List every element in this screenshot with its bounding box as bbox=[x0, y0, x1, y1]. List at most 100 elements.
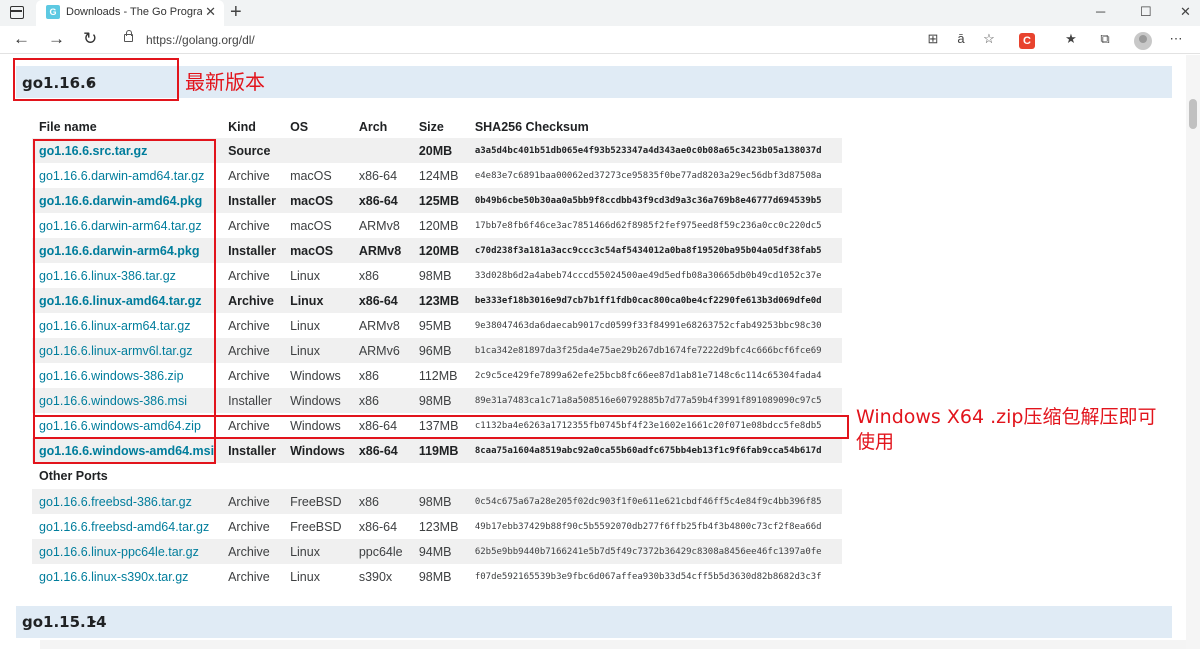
download-link[interactable]: go1.16.6.freebsd-amd64.tar.gz bbox=[32, 514, 222, 539]
os-cell: Linux bbox=[283, 338, 352, 363]
checksum-cell: 89e31a7483ca1c71a8a508516e60792885b7d77a… bbox=[467, 388, 842, 413]
app-grid-icon[interactable]: ⊞ bbox=[925, 31, 941, 47]
os-cell: macOS bbox=[283, 238, 352, 263]
release-header-go1-15-14[interactable]: go1.15.14 ▸ bbox=[16, 606, 1172, 638]
latest-version-annotation: 最新版本 bbox=[185, 70, 265, 94]
checksum-cell: 9e38047463da6daecab9017cd0599f33f84991e6… bbox=[467, 313, 842, 338]
arch-cell: ARMv8 bbox=[351, 238, 412, 263]
kind-cell: Archive bbox=[221, 338, 284, 363]
size-cell: 98MB bbox=[411, 564, 468, 589]
table-row: go1.16.6.linux-s390x.tar.gz Archive Linux s… bbox=[32, 564, 842, 589]
table-row: go1.16.6.linux-ppc64le.tar.gz Archive Linu… bbox=[32, 539, 842, 564]
size-cell: 123MB bbox=[411, 514, 468, 539]
arch-cell: ARMv8 bbox=[351, 313, 412, 338]
os-cell: FreeBSD bbox=[283, 489, 352, 514]
scrollbar-thumb[interactable] bbox=[1189, 99, 1197, 129]
checksum-cell: 0c54c675a67a28e205f02dc903f1f0e611e621cb… bbox=[467, 489, 842, 514]
size-cell: 124MB bbox=[411, 163, 468, 188]
size-cell: 125MB bbox=[411, 188, 468, 213]
os-cell: Windows bbox=[283, 363, 352, 388]
maximize-icon[interactable]: ☐ bbox=[1140, 4, 1152, 20]
column-header: Size bbox=[418, 120, 444, 134]
tab-title: Downloads - The Go Programming Language bbox=[66, 6, 202, 18]
kind-cell: Archive bbox=[221, 263, 284, 288]
checksum-cell: be333ef18b3016e9d7cb7b1ff1fdb0cac800ca0b… bbox=[467, 288, 842, 313]
tab-bar: G Downloads - The Go Programming Languag… bbox=[0, 0, 1200, 26]
tab-actions-icon[interactable] bbox=[10, 6, 24, 19]
os-cell: Linux bbox=[283, 263, 352, 288]
checksum-cell: e4e83e7c6891baa00062ed37273ce95835f0be77… bbox=[467, 163, 842, 188]
size-cell: 98MB bbox=[411, 489, 468, 514]
address-bar[interactable]: https://golang.org/dl/ bbox=[146, 33, 255, 47]
back-arrow-icon[interactable]: ← bbox=[13, 29, 30, 49]
kind-cell: Archive bbox=[221, 213, 284, 238]
arch-cell: x86 bbox=[351, 388, 412, 413]
checksum-cell: a3a5d4bc401b51db065e4f93b523347a4d343ae0… bbox=[467, 138, 842, 163]
checksum-cell: 17bb7e8fb6f46ce3ac7851466d62f8985f2fef97… bbox=[467, 213, 842, 238]
size-cell: 123MB bbox=[411, 288, 468, 313]
window-close-icon[interactable]: ✕ bbox=[1180, 4, 1191, 20]
arch-cell: ARMv8 bbox=[351, 213, 412, 238]
forward-arrow-icon[interactable]: → bbox=[48, 29, 65, 49]
windows-zip-annotation-line1: Windows X64 .zip压缩包解压即可 bbox=[856, 406, 1157, 428]
kind-cell: Installer bbox=[221, 188, 284, 213]
os-cell: Linux bbox=[283, 313, 352, 338]
download-link[interactable]: go1.16.6.freebsd-386.tar.gz bbox=[32, 489, 222, 514]
arch-cell: x86 bbox=[351, 363, 412, 388]
go-favicon-icon: G bbox=[46, 5, 60, 19]
kind-cell: Source bbox=[221, 138, 284, 163]
kind-cell: Archive bbox=[221, 564, 284, 589]
kind-cell: Installer bbox=[221, 388, 284, 413]
size-cell: 120MB bbox=[411, 213, 468, 238]
os-cell: Linux bbox=[283, 539, 352, 564]
os-cell: Windows bbox=[283, 388, 352, 413]
kind-cell: Archive bbox=[221, 539, 284, 564]
latest-version-highlight-box bbox=[13, 58, 179, 101]
checksum-cell: 2c9c5ce429fe7899a62efe25bcb8fc66ee87d1ab… bbox=[467, 363, 842, 388]
refresh-icon[interactable]: ↻ bbox=[83, 29, 97, 49]
os-cell bbox=[283, 138, 352, 163]
table-header-row: File name Kind OS Arch Size SHA256 Check… bbox=[32, 116, 842, 138]
checksum-cell: 33d028b6d2a4abeb74cccd55024500ae49d5edfb… bbox=[467, 263, 842, 288]
other-ports-row: Other Ports bbox=[32, 463, 842, 489]
kind-cell: Installer bbox=[221, 438, 284, 463]
scrollbar[interactable] bbox=[1186, 55, 1200, 649]
avatar[interactable] bbox=[1134, 32, 1152, 50]
size-cell: 95MB bbox=[411, 313, 468, 338]
size-cell: 98MB bbox=[411, 388, 468, 413]
table-row: go1.16.6.freebsd-386.tar.gz Archive FreeBS… bbox=[32, 489, 842, 514]
arch-cell: x86-64 bbox=[351, 163, 412, 188]
size-cell: 96MB bbox=[411, 338, 468, 363]
more-menu-icon[interactable]: ⋯ bbox=[1168, 31, 1184, 47]
checksum-cell: 49b17ebb37429b88f90c5b5592070db277f6ffb2… bbox=[467, 514, 842, 539]
arch-cell: x86-64 bbox=[351, 288, 412, 313]
arch-cell: x86 bbox=[351, 263, 412, 288]
download-link[interactable]: go1.16.6.linux-s390x.tar.gz bbox=[32, 564, 222, 589]
lock-icon bbox=[124, 30, 133, 42]
table-row: go1.16.6.freebsd-amd64.tar.gz Archive Free… bbox=[32, 514, 842, 539]
collections-icon[interactable]: ⧉ bbox=[1097, 31, 1113, 47]
favorites-list-icon[interactable]: ★ bbox=[1063, 31, 1079, 47]
windows-zip-annotation-line2: 使用 bbox=[856, 431, 895, 453]
tab-close-icon[interactable]: ✕ bbox=[205, 4, 216, 20]
read-aloud-icon[interactable]: ā bbox=[953, 31, 969, 47]
extension-icon[interactable]: C bbox=[1019, 33, 1035, 49]
size-cell: 94MB bbox=[411, 539, 468, 564]
kind-cell: Archive bbox=[221, 163, 284, 188]
column-header: Kind bbox=[228, 120, 256, 134]
browser-tab[interactable]: G Downloads - The Go Programming Languag… bbox=[36, 0, 224, 26]
new-tab-button[interactable]: + bbox=[230, 1, 242, 23]
minimize-icon[interactable]: ─ bbox=[1096, 4, 1105, 20]
os-cell: Windows bbox=[283, 438, 352, 463]
size-cell: 98MB bbox=[411, 263, 468, 288]
arch-cell: x86-64 bbox=[351, 438, 412, 463]
favorite-star-icon[interactable]: ☆ bbox=[981, 31, 997, 47]
os-cell: macOS bbox=[283, 188, 352, 213]
arch-cell: ARMv6 bbox=[351, 338, 412, 363]
arch-cell: x86-64 bbox=[351, 514, 412, 539]
size-cell: 120MB bbox=[411, 238, 468, 263]
other-ports-heading: Other Ports bbox=[32, 463, 842, 489]
download-link[interactable]: go1.16.6.linux-ppc64le.tar.gz bbox=[32, 539, 222, 564]
os-cell: Linux bbox=[283, 288, 352, 313]
checksum-cell: 0b49b6cbe50b30aa0a5bb9f8ccdbb43f9cd3d9a3… bbox=[467, 188, 842, 213]
